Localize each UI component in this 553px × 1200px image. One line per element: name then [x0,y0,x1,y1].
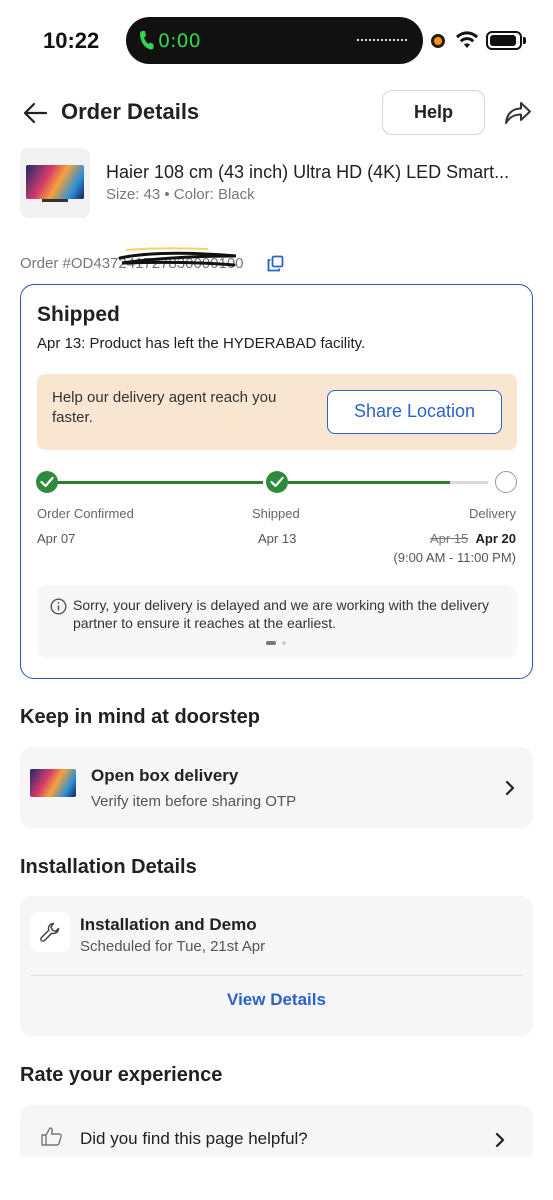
delay-message: Sorry, your delivery is delayed and we a… [73,597,490,631]
timeline-segment-remaining [450,481,488,484]
feedback-question: Did you find this page helpful? [80,1129,308,1148]
divider [30,975,523,976]
timeline-segment-1 [57,481,263,484]
view-details-link[interactable]: View Details [20,990,533,1010]
share-location-button[interactable]: Share Location [327,390,502,434]
product-mini-image [30,769,76,797]
open-box-delivery-card[interactable]: Open box delivery Verify item before sha… [20,747,533,828]
battery-icon [486,31,522,50]
step-label-confirmed: Order Confirmed [37,506,134,521]
redaction-scribble [118,247,237,267]
pager-dot-active [266,641,276,645]
shipment-status-card[interactable]: Shipped Apr 13: Product has left the HYD… [20,284,533,679]
delivery-agent-banner: Help our delivery agent reach you faster… [37,374,517,450]
back-arrow-icon[interactable] [22,100,48,126]
thumbs-up-icon [41,1127,62,1146]
battery-tip [523,37,526,44]
chevron-right-icon [505,780,515,796]
new-delivery-date: Apr 20 [475,531,516,546]
feedback-card[interactable]: Did you find this page helpful? [20,1105,533,1157]
share-icon[interactable] [503,99,533,127]
product-thumbnail[interactable] [20,148,90,218]
delivery-time-slot: (9:00 AM - 11:00 PM) [393,550,516,565]
tv-image [26,165,84,199]
call-waveform [357,39,407,42]
step-delivery-pending-icon [495,471,517,493]
phone-icon [140,31,154,50]
step-label-shipped: Shipped [252,506,300,521]
wrench-icon [40,922,60,942]
shipment-status: Shipped [37,303,120,326]
page-title: Order Details [61,99,200,124]
installation-schedule: Scheduled for Tue, 21st Apr [80,938,266,955]
old-delivery-date: Apr 15 [429,531,469,546]
shipment-update: Apr 13: Product has left the HYDERABAD f… [37,335,366,352]
wifi-icon [456,31,478,48]
call-timer: 0:00 [158,30,201,52]
agent-prompt: Help our delivery agent reach you faster… [52,389,277,426]
timeline-segment-2 [288,481,450,484]
step-date-delivery: Apr 15 Apr 20 [430,531,516,546]
open-box-title: Open box delivery [91,766,239,785]
rating-section-title: Rate your experience [20,1064,223,1086]
tv-stand [42,199,68,202]
installation-title: Installation and Demo [80,915,257,934]
installation-card: Installation and Demo Scheduled for Tue,… [20,896,533,1036]
step-date-shipped: Apr 13 [258,531,297,546]
open-box-subtitle: Verify item before sharing OTP [91,793,297,810]
delay-notice: Sorry, your delivery is delayed and we a… [37,585,517,658]
camera-indicator-icon [431,34,445,48]
doorstep-section-title: Keep in mind at doorstep [20,706,261,728]
step-date-confirmed: Apr 07 [37,531,76,546]
product-variant: Size: 43 • Color: Black [106,186,255,203]
wrench-icon-box [30,912,70,952]
help-button[interactable]: Help [382,90,485,135]
step-shipped-check-icon [266,471,288,493]
status-time: 10:22 [43,28,100,53]
info-icon [50,598,67,615]
step-label-delivery: Delivery [469,506,516,521]
installation-section-title: Installation Details [20,856,197,878]
product-title[interactable]: Haier 108 cm (43 inch) Ultra HD (4K) LED… [106,162,509,183]
copy-icon[interactable] [267,255,284,272]
chevron-right-icon [495,1132,505,1148]
pager-dot [282,641,286,645]
step-confirmed-check-icon [36,471,58,493]
status-bar: 10:22 0:00 [0,0,553,80]
